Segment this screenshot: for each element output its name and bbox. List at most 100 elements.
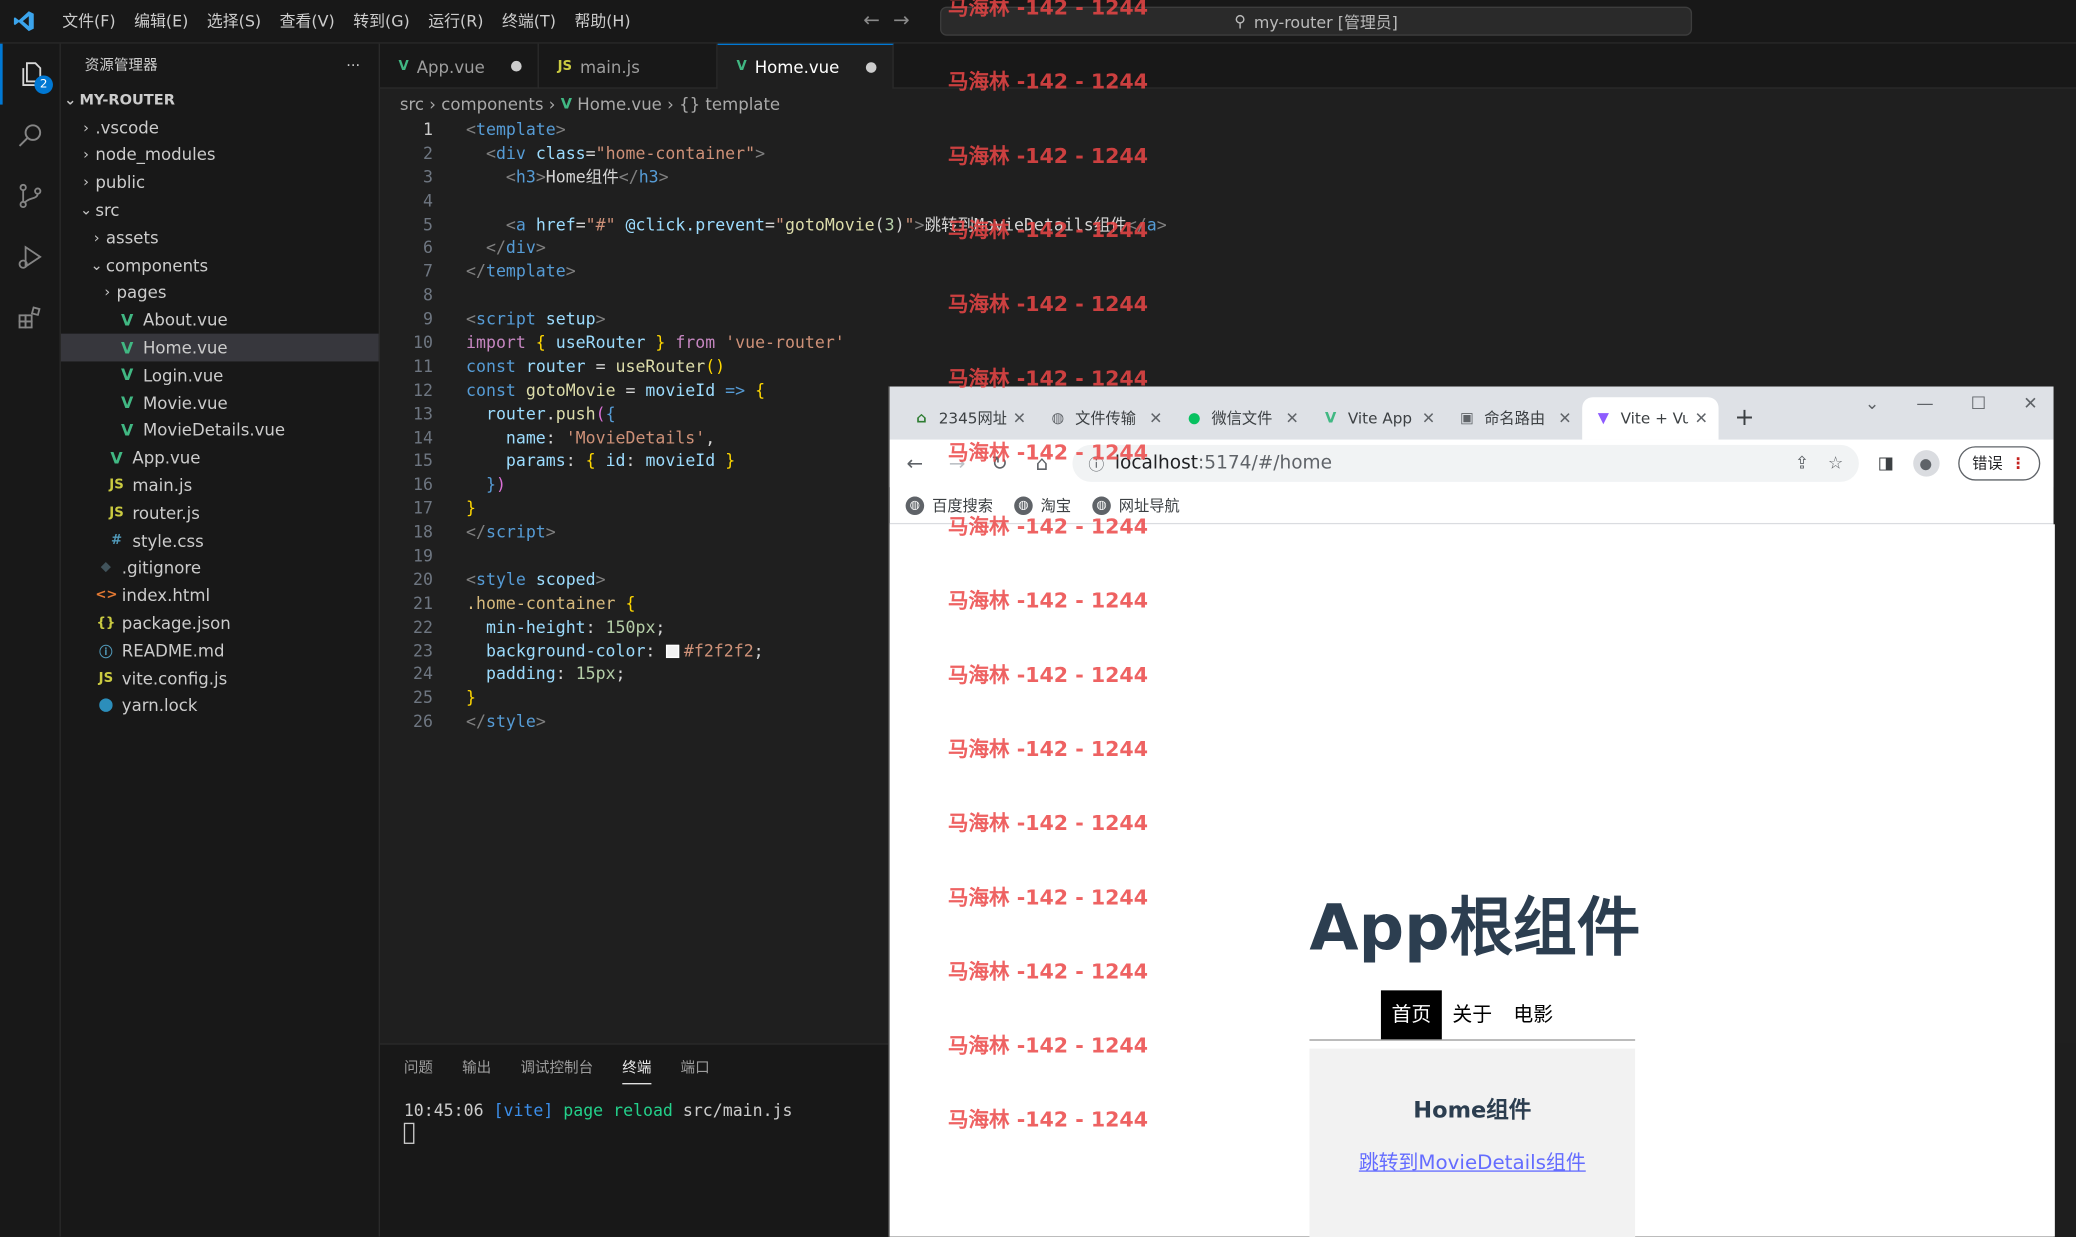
watermark-text: 马海林 -142 - 1244	[947, 70, 1148, 95]
run-debug-icon[interactable]	[0, 226, 61, 287]
code-token: a	[515, 213, 526, 234]
yarn-file-icon: ⬤	[98, 698, 114, 713]
back-arrow-icon[interactable]: ←	[863, 8, 880, 32]
profile-avatar-icon[interactable]: ●	[1912, 450, 1939, 477]
share-icon[interactable]: ⇪	[1795, 453, 1809, 473]
tree-item[interactable]: › pages	[61, 279, 379, 307]
panel-tab[interactable]: 问题	[404, 1051, 433, 1083]
unsaved-dot-icon[interactable]	[511, 60, 522, 72]
browser-tab[interactable]: ● 微信文件 ✕	[1173, 397, 1309, 439]
browser-tab-title: 微信文件	[1211, 409, 1273, 428]
tree-item[interactable]: › public	[61, 169, 379, 197]
app-nav: 首页 关于 电影	[1309, 990, 1636, 1041]
tab-close-icon[interactable]: ✕	[1286, 409, 1299, 428]
terminal[interactable]: 10:45:06 [vite] page reload src/main.js	[380, 1090, 888, 1144]
tree-item[interactable]: V MovieDetails.vue	[61, 416, 379, 444]
browser-tab[interactable]: ▼ Vite + Vue ✕	[1582, 397, 1719, 440]
tree-item[interactable]: ⌄ components	[61, 251, 379, 279]
browser-tab[interactable]: V Vite App ✕	[1309, 397, 1445, 439]
app-nav-link[interactable]: 电影	[1503, 990, 1564, 1039]
new-tab-button[interactable]: +	[1734, 404, 1754, 432]
workspace-root[interactable]: ⌄ MY-ROUTER	[61, 86, 379, 114]
menu-bar: 文件(F) 编辑(E) 选择(S) 查看(V) 转到(G) 运行(R) 终端(T) 帮助(H)	[53, 0, 640, 43]
editor-tab[interactable]: JS main.js	[539, 43, 719, 89]
menu-item[interactable]: 查看(V)	[270, 0, 344, 43]
breadcrumb-item[interactable]: Home.vue	[577, 93, 662, 113]
browser-tab[interactable]: ⌂ 2345网址 ✕	[900, 397, 1036, 439]
tree-item[interactable]: V Home.vue	[60, 333, 379, 362]
breadcrumb-item[interactable]: components	[441, 93, 543, 113]
code-token: 3	[884, 213, 895, 234]
editor-tab[interactable]: V App.vue	[380, 43, 540, 89]
app-nav-link[interactable]: 关于	[1442, 990, 1503, 1039]
tree-item[interactable]: <> index.html	[61, 582, 379, 610]
tree-item[interactable]: JS vite.config.js	[61, 664, 379, 692]
tree-item[interactable]: V Movie.vue	[61, 389, 379, 417]
tab-close-icon[interactable]: ✕	[1422, 409, 1435, 428]
tree-item[interactable]: › assets	[61, 224, 379, 252]
address-bar[interactable]: ⓘ localhost:5174/#/home ⇪ ☆	[1072, 444, 1860, 482]
panel-tab[interactable]: 输出	[462, 1051, 491, 1083]
menu-item[interactable]: 终端(T)	[493, 0, 565, 43]
panel-tab[interactable]: 端口	[681, 1051, 710, 1083]
back-icon[interactable]: ←	[903, 451, 927, 475]
tree-item[interactable]: › node_modules	[61, 141, 379, 169]
explorer-icon[interactable]: 2	[0, 43, 61, 105]
breadcrumb-item[interactable]: src	[400, 93, 424, 113]
menu-item[interactable]: 文件(F)	[53, 0, 125, 43]
browser-tab[interactable]: ▣ 命名路由 ✕	[1446, 397, 1582, 439]
extensions-icon[interactable]	[0, 287, 61, 348]
tree-item[interactable]: ⌄ src	[61, 196, 379, 224]
tab-search-icon[interactable]: ⌄	[1865, 395, 1879, 415]
kebab-menu-icon: ⋮	[2010, 454, 2026, 473]
error-button[interactable]: 错误 ⋮	[1957, 446, 2041, 481]
window-controls: ⌄ — ☐ ✕	[1865, 395, 2038, 415]
menu-item[interactable]: 转到(G)	[344, 0, 419, 43]
app-nav-link[interactable]: 首页	[1380, 990, 1442, 1040]
tab-close-icon[interactable]: ✕	[1013, 409, 1026, 428]
panel-tab[interactable]: 终端	[622, 1051, 652, 1084]
tree-item[interactable]: ⬤ yarn.lock	[61, 692, 379, 720]
vue-file-icon: V	[120, 365, 134, 385]
editor-tab[interactable]: V Home.vue	[718, 43, 894, 89]
breadcrumb-item[interactable]: {} template	[679, 93, 780, 113]
panel-tab[interactable]: 调试控制台	[520, 1051, 593, 1083]
tree-item[interactable]: ⓘ README.md	[61, 637, 379, 665]
bookmark-star-icon[interactable]: ☆	[1828, 453, 1843, 473]
source-control-icon[interactable]	[0, 166, 61, 227]
tree-item[interactable]: V App.vue	[61, 444, 379, 472]
line-content: import { useRouter } from 'vue-router'	[433, 331, 845, 355]
menu-item[interactable]: 运行(R)	[419, 0, 493, 43]
tab-close-icon[interactable]: ✕	[1558, 409, 1571, 428]
code-token: 'vue-router'	[725, 332, 845, 353]
tree-item[interactable]: # style.css	[61, 527, 379, 555]
tree-item[interactable]: ◆ .gitignore	[61, 554, 379, 582]
menu-item[interactable]: 帮助(H)	[565, 0, 640, 43]
menu-item[interactable]: 编辑(E)	[125, 0, 198, 43]
tree-item[interactable]: JS router.js	[61, 499, 379, 527]
close-icon[interactable]: ✕	[2023, 395, 2037, 415]
tree-item[interactable]: JS main.js	[61, 472, 379, 500]
tree-item[interactable]: › .vscode	[61, 114, 379, 142]
forward-arrow-icon[interactable]: →	[893, 8, 910, 32]
minimize-icon[interactable]: —	[1916, 395, 1933, 415]
tree-item[interactable]: V Login.vue	[61, 361, 379, 389]
maximize-icon[interactable]: ☐	[1971, 395, 1986, 415]
browser-tab[interactable]: ◍ 文件传输 ✕	[1037, 397, 1173, 439]
more-actions-icon[interactable]: ···	[346, 56, 360, 73]
menu-item[interactable]: 选择(S)	[198, 0, 271, 43]
tree-item[interactable]: V About.vue	[61, 306, 379, 334]
tree-item-label: Movie.vue	[142, 392, 228, 413]
unsaved-dot-icon[interactable]	[865, 61, 877, 73]
code-token: 15px	[575, 663, 616, 684]
movie-details-link[interactable]: 跳转到MovieDetails组件	[1309, 1148, 1635, 1176]
side-panel-icon[interactable]: ◨	[1878, 453, 1894, 473]
tab-close-icon[interactable]: ✕	[1149, 409, 1162, 428]
search-icon[interactable]	[0, 105, 61, 166]
watermark-text: 马海林 -142 - 1244	[947, 144, 1148, 169]
code-token: .home-container	[466, 592, 616, 613]
tree-item[interactable]: {} package.json	[61, 609, 379, 637]
tab-close-icon[interactable]: ✕	[1695, 409, 1708, 428]
